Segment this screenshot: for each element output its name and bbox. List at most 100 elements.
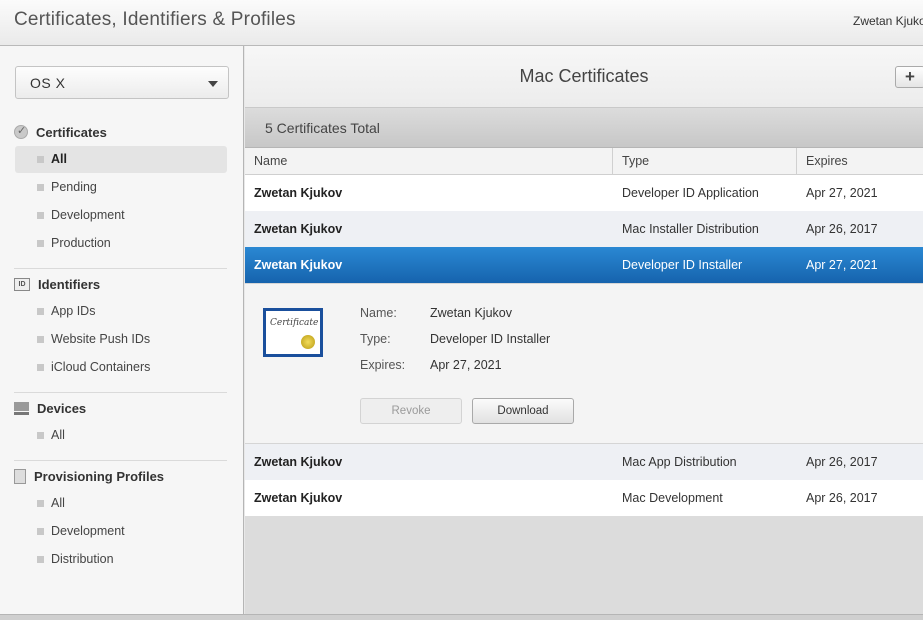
bullet-icon bbox=[37, 308, 44, 315]
add-certificate-button[interactable]: + bbox=[895, 66, 923, 88]
seal-icon bbox=[301, 335, 315, 349]
sidebar-item-certificates-development[interactable]: Development bbox=[15, 202, 227, 229]
platform-value: OS X bbox=[30, 75, 66, 91]
table-empty-area bbox=[245, 516, 923, 614]
cell-name: Zwetan Kjukov bbox=[254, 491, 343, 505]
sidebar-item-label: Production bbox=[51, 236, 111, 250]
cell-type: Developer ID Application bbox=[622, 186, 759, 200]
certificate-image-text: Certificate bbox=[270, 318, 319, 328]
sidebar-item-label: All bbox=[51, 428, 65, 442]
top-bar: Certificates, Identifiers & Profiles Zwe… bbox=[0, 0, 923, 46]
sidebar-item-label: Development bbox=[51, 208, 125, 222]
detail-name-value: Zwetan Kjukov bbox=[430, 306, 512, 320]
bullet-icon bbox=[37, 212, 44, 219]
download-button[interactable]: Download bbox=[472, 398, 574, 424]
bullet-icon bbox=[37, 240, 44, 247]
footer-divider bbox=[0, 614, 923, 620]
sidebar-item-website-push-ids[interactable]: Website Push IDs bbox=[15, 326, 227, 353]
cell-type: Mac App Distribution bbox=[622, 455, 737, 469]
detail-name-label: Name: bbox=[360, 306, 397, 320]
chevron-down-icon bbox=[208, 81, 218, 87]
main-header: Mac Certificates + bbox=[245, 46, 923, 108]
sidebar-item-certificates-all[interactable]: All bbox=[15, 146, 227, 173]
device-icon bbox=[14, 401, 29, 415]
certificate-image-body: Certificate bbox=[266, 311, 320, 354]
id-icon: ID bbox=[14, 277, 30, 291]
main-panel: Mac Certificates + 5 Certificates Total … bbox=[245, 46, 923, 614]
sidebar-item-profiles-all[interactable]: All bbox=[15, 490, 227, 517]
sidebar-item-label: Pending bbox=[51, 180, 97, 194]
cell-type: Mac Development bbox=[622, 491, 723, 505]
sidebar-item-label: iCloud Containers bbox=[51, 360, 151, 374]
cell-name: Zwetan Kjukov bbox=[254, 455, 343, 469]
table-row[interactable]: Zwetan Kjukov Mac Installer Distribution… bbox=[245, 211, 923, 247]
sidebar-item-profiles-development[interactable]: Development bbox=[15, 518, 227, 545]
sidebar-item-label: Website Push IDs bbox=[51, 332, 151, 346]
sidebar-item-profiles-distribution[interactable]: Distribution bbox=[15, 546, 227, 573]
bullet-icon bbox=[37, 336, 44, 343]
sidebar-item-label: App IDs bbox=[51, 304, 96, 318]
column-header-type[interactable]: Type bbox=[613, 148, 797, 175]
sidebar: OS X Certificates All Pending Developmen… bbox=[0, 46, 244, 614]
user-name[interactable]: Zwetan Kjukov bbox=[853, 14, 923, 28]
cell-name: Zwetan Kjukov bbox=[254, 186, 343, 200]
detail-expires-value: Apr 27, 2021 bbox=[430, 358, 502, 372]
sidebar-item-certificates-pending[interactable]: Pending bbox=[15, 174, 227, 201]
profile-icon bbox=[14, 468, 26, 484]
cell-expires: Apr 26, 2017 bbox=[806, 491, 878, 505]
certificate-image: Certificate bbox=[263, 308, 323, 357]
cell-name: Zwetan Kjukov bbox=[254, 258, 343, 272]
revoke-button[interactable]: Revoke bbox=[360, 398, 462, 424]
cell-type: Mac Installer Distribution bbox=[622, 222, 759, 236]
app-title: Certificates, Identifiers & Profiles bbox=[14, 9, 296, 30]
table-row[interactable]: Zwetan Kjukov Mac Development Apr 26, 20… bbox=[245, 480, 923, 516]
section-label: Identifiers bbox=[38, 276, 101, 292]
section-certificates: Certificates bbox=[14, 122, 107, 142]
table-row[interactable]: Zwetan Kjukov Mac App Distribution Apr 2… bbox=[245, 444, 923, 480]
sidebar-item-label: Development bbox=[51, 524, 125, 538]
sidebar-item-label: All bbox=[51, 496, 65, 510]
sidebar-divider bbox=[14, 460, 227, 461]
sidebar-item-label: All bbox=[51, 152, 67, 166]
column-header-expires[interactable]: Expires bbox=[797, 148, 923, 175]
bullet-icon bbox=[37, 184, 44, 191]
bullet-icon bbox=[37, 156, 44, 163]
sidebar-item-icloud-containers[interactable]: iCloud Containers bbox=[15, 354, 227, 381]
cell-expires: Apr 27, 2021 bbox=[806, 186, 878, 200]
cell-name: Zwetan Kjukov bbox=[254, 222, 343, 236]
total-count: 5 Certificates Total bbox=[265, 120, 380, 136]
column-header-name[interactable]: Name bbox=[245, 148, 613, 175]
cell-expires: Apr 26, 2017 bbox=[806, 455, 878, 469]
table-header: Name Type Expires bbox=[245, 148, 923, 175]
certificate-icon bbox=[14, 124, 28, 139]
certificate-detail: Certificate Name: Zwetan Kjukov Type: De… bbox=[245, 283, 923, 444]
table-row-selected[interactable]: Zwetan Kjukov Developer ID Installer Apr… bbox=[245, 247, 923, 283]
cell-expires: Apr 27, 2021 bbox=[806, 258, 878, 272]
platform-select[interactable]: OS X bbox=[15, 66, 229, 99]
bullet-icon bbox=[37, 432, 44, 439]
section-label: Devices bbox=[37, 400, 87, 416]
sidebar-divider bbox=[14, 268, 227, 269]
bullet-icon bbox=[37, 500, 44, 507]
sidebar-item-label: Distribution bbox=[51, 552, 114, 566]
bullet-icon bbox=[37, 556, 44, 563]
bullet-icon bbox=[37, 528, 44, 535]
section-identifiers: ID Identifiers bbox=[14, 274, 100, 294]
cell-expires: Apr 26, 2017 bbox=[806, 222, 878, 236]
sidebar-divider bbox=[14, 392, 227, 393]
sidebar-item-devices-all[interactable]: All bbox=[15, 422, 227, 449]
sidebar-item-certificates-production[interactable]: Production bbox=[15, 230, 227, 257]
section-label: Certificates bbox=[36, 124, 107, 140]
section-label: Provisioning Profiles bbox=[34, 468, 165, 484]
detail-type-label: Type: bbox=[360, 332, 391, 346]
bullet-icon bbox=[37, 364, 44, 371]
detail-type-value: Developer ID Installer bbox=[430, 332, 551, 346]
section-devices: Devices bbox=[14, 398, 86, 418]
cell-type: Developer ID Installer bbox=[622, 258, 743, 272]
total-bar: 5 Certificates Total bbox=[245, 108, 923, 148]
page-title: Mac Certificates bbox=[519, 66, 649, 86]
table-row[interactable]: Zwetan Kjukov Developer ID Application A… bbox=[245, 175, 923, 211]
section-provisioning-profiles: Provisioning Profiles bbox=[14, 466, 164, 486]
sidebar-item-app-ids[interactable]: App IDs bbox=[15, 298, 227, 325]
detail-expires-label: Expires: bbox=[360, 358, 406, 372]
